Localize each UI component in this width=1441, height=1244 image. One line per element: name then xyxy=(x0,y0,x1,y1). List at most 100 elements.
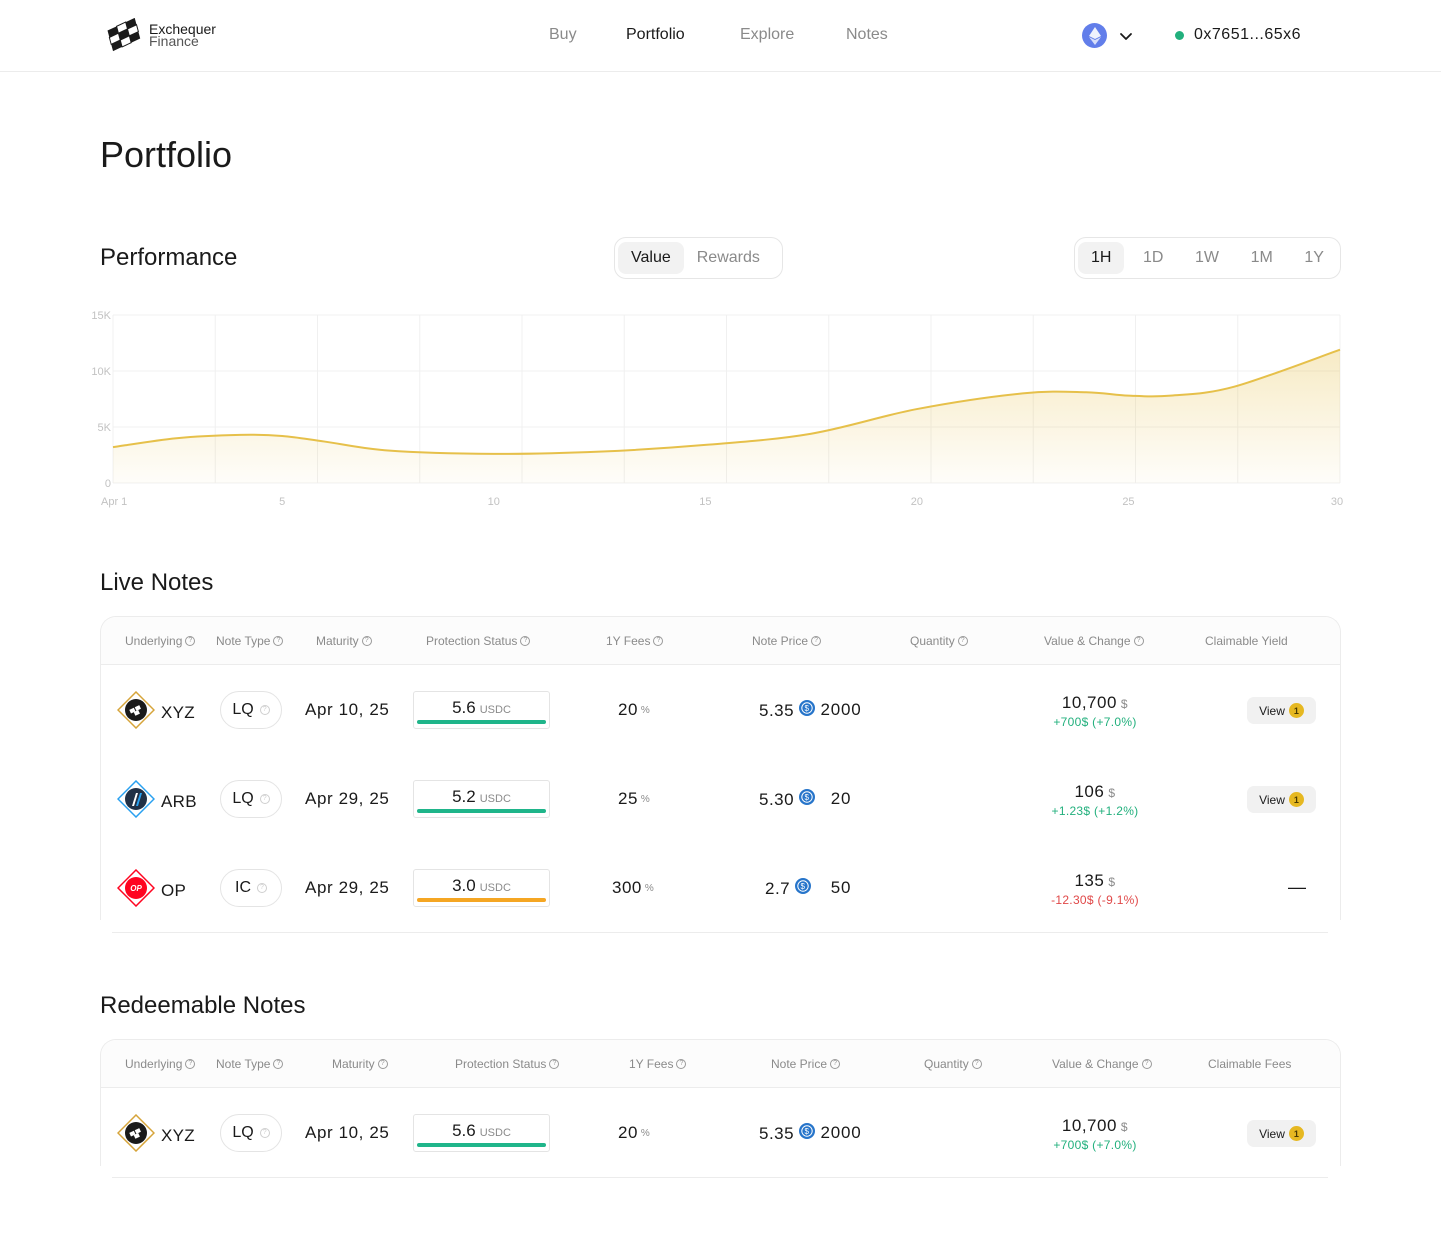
value-change: +1.23$ (+1.2%) xyxy=(1051,804,1139,818)
header-label: 1Y Fees xyxy=(606,634,651,648)
help-icon[interactable]: ? xyxy=(1141,1059,1152,1069)
underlying-cell: OP OP xyxy=(116,868,186,912)
header-protection-status: Protection Status? xyxy=(455,1057,560,1071)
range-1h[interactable]: 1H xyxy=(1078,242,1125,274)
svg-text:$: $ xyxy=(805,793,810,802)
y-tick-label: 15K xyxy=(91,310,111,322)
live-notes-title: Live Notes xyxy=(100,569,214,596)
fees-cell: 20% xyxy=(618,1123,650,1143)
help-icon[interactable]: ? xyxy=(811,636,822,646)
header-maturity: Maturity? xyxy=(316,634,372,648)
nav-notes[interactable]: Notes xyxy=(846,26,888,44)
header-note-price: Note Price? xyxy=(771,1057,841,1071)
view-claimable-button[interactable]: View 1 xyxy=(1247,786,1316,813)
protection-unit: USDC xyxy=(479,793,511,805)
protection-bar xyxy=(417,898,546,902)
header-label: 1Y Fees xyxy=(629,1057,674,1071)
help-icon[interactable]: ? xyxy=(971,1059,982,1069)
protection-bar xyxy=(417,720,546,724)
x-tick-label: 25 xyxy=(1122,496,1134,508)
range-1y[interactable]: 1Y xyxy=(1291,242,1337,274)
position-value: 106 xyxy=(1074,782,1105,801)
help-icon[interactable]: ? xyxy=(1133,636,1144,646)
help-icon[interactable]: ? xyxy=(257,883,267,893)
value-change-cell: 106 $ +1.23$ (+1.2%) xyxy=(1015,782,1175,818)
note-type-pill[interactable]: LQ ? xyxy=(220,1114,282,1152)
header-label: Underlying xyxy=(125,634,183,648)
help-icon[interactable]: ? xyxy=(273,636,284,646)
chart-x-axis: Apr 1 5 10 15 20 25 30 xyxy=(101,496,1343,508)
position-value: 10,700 xyxy=(1061,693,1117,712)
redeemable-notes-title: Redeemable Notes xyxy=(100,992,306,1019)
nav-buy[interactable]: Buy xyxy=(549,26,577,44)
table-row[interactable]: XYZ LQ ? Apr 10, 25 5.6 USDC 20% 5.35 $ … xyxy=(101,666,1340,755)
wallet-button[interactable]: 0x7651...65x6 xyxy=(1175,26,1301,44)
table-row[interactable]: ARB LQ ? Apr 29, 25 5.2 USDC 25% 5.30 $ … xyxy=(101,755,1340,844)
table-row[interactable]: XYZ LQ ? Apr 10, 25 5.6 USDC 20% 5.35 $ … xyxy=(101,1089,1340,1178)
help-icon[interactable]: ? xyxy=(549,1059,560,1069)
live-notes-divider xyxy=(112,932,1328,933)
claimable-count-badge: 1 xyxy=(1288,703,1304,718)
range-1m[interactable]: 1M xyxy=(1238,242,1286,274)
view-label: View xyxy=(1259,703,1285,718)
note-type-pill[interactable]: LQ ? xyxy=(220,691,282,729)
value-change: +700$ (+7.0%) xyxy=(1053,1138,1137,1152)
help-icon[interactable]: ? xyxy=(957,636,968,646)
help-icon[interactable]: ? xyxy=(377,1059,388,1069)
help-icon[interactable]: ? xyxy=(676,1059,687,1069)
header-underlying: Underlying? xyxy=(125,634,196,648)
protection-status: 5.6 USDC xyxy=(413,691,550,729)
header-label: Maturity xyxy=(332,1057,375,1071)
quantity-value: 2000 xyxy=(820,1123,862,1142)
note-price-cell: 5.35 $ xyxy=(759,700,816,721)
help-icon[interactable]: ? xyxy=(653,636,664,646)
note-type-pill[interactable]: LQ ? xyxy=(220,780,282,818)
help-icon[interactable]: ? xyxy=(273,1059,284,1069)
tab-rewards[interactable]: Rewards xyxy=(684,242,773,274)
protection-cell: 5.2 USDC xyxy=(413,780,550,818)
note-type-pill[interactable]: IC ? xyxy=(220,869,282,907)
range-1d[interactable]: 1D xyxy=(1130,242,1176,274)
help-icon[interactable]: ? xyxy=(520,636,531,646)
view-claimable-button[interactable]: View 1 xyxy=(1247,697,1316,724)
help-icon[interactable]: ? xyxy=(361,636,372,646)
protection-value: 3.0 xyxy=(452,876,476,895)
note-type-cell: LQ ? xyxy=(220,1114,282,1152)
header-label: Protection Status xyxy=(426,634,518,648)
protection-value: 5.6 xyxy=(452,1121,476,1140)
note-price: 2.7 xyxy=(765,878,791,898)
tab-value[interactable]: Value xyxy=(618,242,684,274)
range-1w[interactable]: 1W xyxy=(1182,242,1232,274)
help-icon[interactable]: ? xyxy=(259,705,270,715)
table-row[interactable]: OP OP IC ? Apr 29, 25 3.0 USDC 300% 2.7 … xyxy=(101,844,1340,933)
claimable-count-badge: 1 xyxy=(1288,792,1304,807)
maturity-date: Apr 10, 25 xyxy=(305,700,390,719)
note-type-cell: IC ? xyxy=(220,869,282,907)
nav-portfolio[interactable]: Portfolio xyxy=(626,26,685,44)
help-icon[interactable]: ? xyxy=(185,636,196,646)
underlying-cell: ARB xyxy=(116,779,197,823)
header-value-change: Value & Change? xyxy=(1044,634,1144,648)
nav-explore[interactable]: Explore xyxy=(740,26,794,44)
help-icon[interactable]: ? xyxy=(259,794,270,804)
protection-cell: 5.6 USDC xyxy=(413,691,550,729)
value-wrap: 10,700 $ xyxy=(1062,1116,1128,1136)
header-label: Claimable Yield xyxy=(1205,634,1288,648)
view-claimable-button[interactable]: View 1 xyxy=(1247,1120,1316,1147)
help-icon[interactable]: ? xyxy=(185,1059,196,1069)
help-icon[interactable]: ? xyxy=(830,1059,841,1069)
protection-cell: 3.0 USDC xyxy=(413,869,550,907)
claimable-cell: View 1 xyxy=(1247,786,1316,813)
value-change: +700$ (+7.0%) xyxy=(1053,715,1137,729)
header-protection-status: Protection Status? xyxy=(426,634,531,648)
note-price-cell: 5.30 $ xyxy=(759,789,816,810)
claimable-count-badge: 1 xyxy=(1288,1126,1304,1141)
protection-cell: 5.6 USDC xyxy=(413,1114,550,1152)
help-icon[interactable]: ? xyxy=(259,1128,270,1138)
protection-bar xyxy=(417,809,546,813)
usdc-icon: $ xyxy=(794,789,816,810)
performance-chart: 0 5K 10K 15K Apr 1 5 10 15 20 25 30 xyxy=(91,310,1343,508)
chain-selector[interactable] xyxy=(1082,23,1133,48)
protection-unit: USDC xyxy=(479,882,511,894)
fees-value: 300 xyxy=(612,878,642,897)
